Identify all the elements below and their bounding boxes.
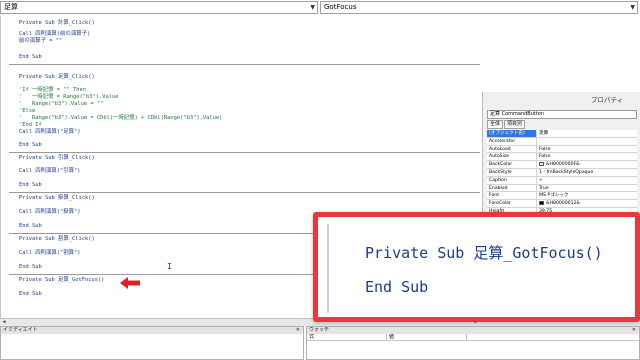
property-value[interactable]: + [537,177,637,184]
procedure-separator [9,192,480,193]
code-comment[interactable]: 'If 一時記憶 = "" Then [19,87,86,93]
code-line[interactable]: Private Sub 割算_Click() [19,236,95,242]
property-name: Enabled [487,184,537,192]
property-row[interactable]: Accelerator [487,137,637,146]
property-value-text: &H80000012& [546,201,581,207]
property-value[interactable]: &H8000000F& [537,161,637,168]
code-line[interactable]: Private Sub 計算_Click() [19,20,95,26]
code-line[interactable]: Private Sub 足算_Click() [19,74,95,80]
chevron-down-icon[interactable]: ▼ [310,2,315,13]
property-value[interactable]: True [537,185,637,192]
property-value[interactable] [537,138,637,145]
object-combo-value: 足算 [4,3,18,11]
color-swatch [539,200,544,205]
property-row[interactable]: AutoLoad False [487,145,637,154]
property-name: (オブジェクト名) [487,130,537,137]
immediate-title: イミディエイト [3,327,38,333]
property-value[interactable]: MS Pゴシック [537,192,637,199]
property-row[interactable]: Caption + [487,176,637,185]
code-comment[interactable]: 'Else [19,108,35,114]
code-comment[interactable]: 'End If [19,122,42,128]
property-value[interactable]: 1 - fmBackStyleOpaque [537,169,637,176]
code-line[interactable]: End Sub [19,223,42,229]
watch-column-value[interactable]: 値 [387,334,467,340]
procedure-combo-value: GotFocus [324,3,357,11]
code-line[interactable]: Private Sub 足算_GotFocus() [19,277,104,283]
code-line[interactable]: End Sub [19,291,42,297]
property-row[interactable]: BackColor &H8000000F& [487,161,637,169]
color-swatch [539,161,544,166]
property-name: AutoSize [487,153,537,161]
code-line[interactable]: Call 四則演算("掛算") [19,209,81,215]
zoom-code-line: End Sub [365,278,429,296]
zoom-callout: Private Sub 足算_GotFocus() End Sub [313,212,640,322]
property-name: BackColor [487,161,537,168]
property-name: BackStyle [487,168,537,176]
code-line[interactable]: Private Sub 引算_Click() [19,155,95,161]
property-row[interactable]: Font MS Pゴシック [487,192,637,201]
property-row[interactable]: (オブジェクト名) 足算 [487,130,637,138]
code-line[interactable]: Private Sub 掛算_Click() [19,195,95,201]
code-comment[interactable]: ' 一時記憶 = Range("b3").Value [19,94,118,100]
code-line[interactable]: Call 四則演算("足算") [19,129,81,135]
property-row[interactable]: AutoSize False [487,153,637,162]
immediate-title-bar: イミディエイト ✕ [1,327,303,334]
properties-title: プロパティ [591,96,624,104]
property-row[interactable]: BackStyle 1 - fmBackStyleOpaque [487,168,637,177]
code-comment[interactable]: ' Range("b3").Value = CDbl(一時記憶) + CDbl(… [19,115,222,121]
zoom-code-area: Private Sub 足算_GotFocus() End Sub [327,224,635,313]
procedure-combo[interactable]: GotFocus ▼ [320,1,638,14]
watch-column-expression[interactable]: 式 [307,334,387,340]
tab-all[interactable]: 全体 [487,120,504,129]
code-line[interactable]: End Sub [19,54,42,60]
immediate-window[interactable]: イミディエイト ✕ [0,326,304,360]
scroll-left-icon[interactable]: ◀ [0,319,8,326]
code-line[interactable]: Call 四則演算(前の演算子) [19,31,90,37]
property-value[interactable]: &H80000012& [537,200,637,207]
code-line[interactable]: 前の演算子 = "" [19,38,62,44]
property-value[interactable]: False [537,146,637,153]
tab-category[interactable]: 項目別 [504,120,526,129]
watch-title-bar: ウォッチ ✕ [307,327,639,334]
procedure-separator [9,64,480,65]
property-row[interactable]: ForeColor &H80000012& [487,200,637,208]
property-row[interactable]: Enabled True [487,184,637,193]
code-line[interactable]: End Sub [19,264,42,270]
close-icon[interactable]: ✕ [296,327,300,334]
property-name: Accelerator [487,137,537,145]
close-icon[interactable]: ✕ [632,327,636,334]
code-line[interactable]: Call 四則演算("引算") [19,168,81,174]
watch-window[interactable]: ウォッチ ✕ 式 値 [306,326,640,360]
property-name: Caption [487,176,537,184]
code-line[interactable]: End Sub [19,182,42,188]
property-name: Font [487,192,537,200]
properties-tabs: 全体 項目別 [487,120,526,129]
code-comment[interactable]: ' Range("b3").Value = "" [19,101,103,107]
object-combo[interactable]: 足算 ▼ [0,1,318,14]
chevron-down-icon[interactable]: ▼ [630,2,635,13]
properties-object-select[interactable]: 足算 CommandButton [487,110,637,119]
watch-header: 式 値 [307,334,639,341]
watch-title: ウォッチ [309,327,330,333]
property-value[interactable]: False [537,153,637,160]
procedure-separator [9,152,480,153]
text-cursor-icon: I [167,262,172,271]
property-name: ForeColor [487,200,537,207]
code-line[interactable]: Call 四則演算("割算") [19,250,81,256]
code-line[interactable]: End Sub [19,142,42,148]
red-arrow-icon [120,277,140,289]
property-value-text: &H8000000F& [546,162,580,168]
property-name: AutoLoad [487,145,537,153]
zoom-code-line: Private Sub 足算_GotFocus() [365,244,603,262]
properties-grid: (オブジェクト名) 足算 Accelerator AutoLoad False Au… [487,130,637,216]
property-value[interactable]: 足算 [537,130,637,137]
